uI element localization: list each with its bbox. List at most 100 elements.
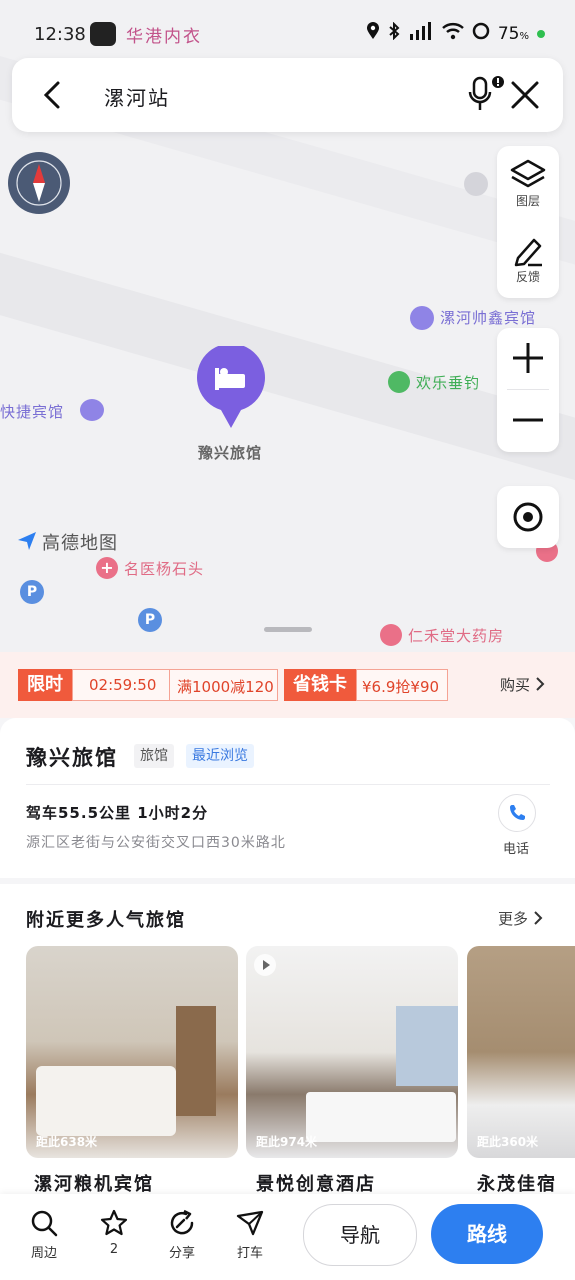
poi-label-kuaijie[interactable]: 快捷宾馆: [0, 401, 64, 422]
poi-label-mingyi[interactable]: 名医杨石头: [124, 558, 204, 579]
hotel-photo: 距此360米: [467, 946, 575, 1158]
route-button[interactable]: 路线: [431, 1204, 543, 1264]
share-label: 分享: [168, 1246, 195, 1261]
phone-label: 电话: [502, 842, 529, 857]
layers-button[interactable]: 图层: [497, 152, 559, 220]
promo-countdown: 02:59:50: [89, 676, 157, 694]
hotel-distance: 距此638米: [36, 1135, 98, 1149]
promo-discount: 满1000减120: [177, 678, 274, 696]
nearby-button[interactable]: 周边: [14, 1208, 74, 1261]
back-icon[interactable]: [38, 80, 68, 110]
signal-icon: [408, 22, 434, 45]
amap-logo-icon: [16, 530, 38, 552]
close-icon[interactable]: [508, 78, 542, 112]
nearby-title: 附近更多人气旅馆: [26, 910, 186, 931]
status-icons: 75%: [366, 21, 545, 45]
feedback-label: 反馈: [515, 270, 540, 284]
poi-label-huanle[interactable]: 欢乐垂钓: [416, 372, 480, 393]
promo-countdown-box: 02:59:50 满1000减120: [72, 669, 278, 701]
navigate-button[interactable]: 导航: [303, 1204, 417, 1266]
layers-label: 图层: [515, 194, 540, 208]
poi-label-shuaixin[interactable]: 漯河帅鑫宾馆: [440, 307, 536, 328]
recent-viewed-chip: 最近浏览: [186, 744, 254, 768]
poi-address: 源汇区老街与公安街交叉口西30米路北: [26, 835, 286, 851]
more-label: 更多: [498, 910, 529, 928]
microphone-icon[interactable]: [468, 74, 506, 114]
hotel-photo: 距此974米: [246, 946, 458, 1158]
data-saver-icon: [472, 22, 490, 45]
hotel-photo-detail: [396, 1006, 458, 1086]
card-divider: [26, 784, 550, 785]
poi-card[interactable]: 豫兴旅馆 旅馆 最近浏览 驾车55.5公里 1小时2分 源汇区老街与公安街交叉口…: [0, 718, 575, 878]
battery-level: 75%: [497, 23, 529, 44]
hotel-card[interactable]: 距此360米 永茂佳宿: [467, 946, 575, 1196]
map-road: [0, 236, 575, 504]
taxi-button[interactable]: 打车: [220, 1208, 280, 1261]
taxi-label: 打车: [236, 1246, 263, 1261]
compass-icon[interactable]: [8, 152, 70, 214]
hotel-photo-detail: [306, 1092, 456, 1142]
hotel-icon: [410, 306, 434, 330]
star-icon: [100, 1209, 128, 1236]
status-time: 12:38: [34, 24, 86, 45]
app-badge-icon: [90, 22, 116, 46]
promo-divider: [169, 670, 170, 700]
location-icon: [366, 22, 380, 45]
hotel-distance: 距此974米: [256, 1135, 318, 1149]
favorite-button[interactable]: 2: [84, 1208, 144, 1257]
chevron-right-icon: [533, 910, 543, 930]
zoom-out-button[interactable]: [497, 390, 559, 450]
savings-card-box: ¥6.9抢¥90: [356, 669, 448, 701]
hotel-card[interactable]: 距此974米 景悦创意酒店: [246, 946, 458, 1196]
feedback-button[interactable]: 反馈: [497, 228, 559, 296]
nearby-hotels-section: 附近更多人气旅馆 更多 距此638米 漯河粮机宾馆 距此974米 景悦创意酒店 …: [0, 884, 575, 1196]
poi-marker[interactable]: [464, 172, 488, 196]
edit-icon: [510, 234, 546, 268]
pharmacy-icon: [380, 624, 402, 646]
zoom-in-button[interactable]: [497, 328, 559, 388]
savings-card-tag: 省钱卡: [284, 669, 356, 701]
promo-strip[interactable]: 限时 02:59:50 满1000减120 省钱卡 ¥6.9抢¥90 购买: [0, 652, 575, 718]
taxi-icon: [236, 1210, 264, 1236]
selected-poi-label: 豫兴旅馆: [198, 444, 263, 462]
more-link[interactable]: 更多: [498, 908, 543, 930]
bluetooth-icon: [388, 21, 400, 45]
hotel-photo: 距此638米: [26, 946, 238, 1158]
sheet-drag-handle[interactable]: [264, 627, 312, 632]
hotel-photo-detail: [36, 1066, 176, 1136]
hotel-name: 漯河粮机宾馆: [34, 1174, 154, 1195]
chevron-right-icon: [535, 676, 545, 696]
search-input[interactable]: 漯河站: [104, 82, 170, 111]
bottom-action-bar: 周边 2 分享 打车 导航 路线: [0, 1194, 575, 1280]
poi-label-renhetang[interactable]: 仁禾堂大药房: [408, 625, 504, 646]
fishing-icon: [388, 371, 410, 393]
zoom-controls: [497, 328, 559, 452]
parking-icon[interactable]: P: [138, 608, 162, 632]
search-bar[interactable]: 漯河站: [12, 58, 563, 132]
savings-card-offer: ¥6.9抢¥90: [362, 678, 440, 696]
phone-button[interactable]: [498, 794, 536, 832]
layers-icon: [510, 158, 546, 192]
share-button[interactable]: 分享: [152, 1208, 212, 1261]
share-icon: [170, 1209, 194, 1235]
notification-app-text: 华港内衣: [126, 27, 202, 47]
promo-buy-link[interactable]: 购买: [500, 674, 545, 696]
poi-category-chip: 旅馆: [134, 744, 174, 768]
amap-logo-text: 高德地图: [42, 533, 118, 554]
wifi-icon: [442, 22, 464, 45]
hotel-photo-detail: [176, 1006, 216, 1116]
map-tools-panel: 图层 反馈: [497, 146, 559, 298]
promo-buy-label: 购买: [500, 676, 531, 694]
poi-title: 豫兴旅馆: [26, 746, 118, 770]
play-icon[interactable]: [254, 954, 276, 976]
parking-icon[interactable]: P: [20, 580, 44, 604]
hotel-icon: [80, 399, 104, 421]
drive-info: 驾车55.5公里 1小时2分: [26, 804, 209, 822]
status-bar: 12:38 华港内衣 75%: [0, 0, 575, 62]
clinic-icon: +: [96, 557, 118, 579]
search-icon: [31, 1210, 58, 1237]
hotel-card[interactable]: 距此638米 漯河粮机宾馆: [26, 946, 238, 1196]
battery-charging-dot: [537, 29, 545, 38]
selected-poi-pin[interactable]: [194, 343, 268, 430]
locate-me-button[interactable]: [497, 486, 559, 548]
